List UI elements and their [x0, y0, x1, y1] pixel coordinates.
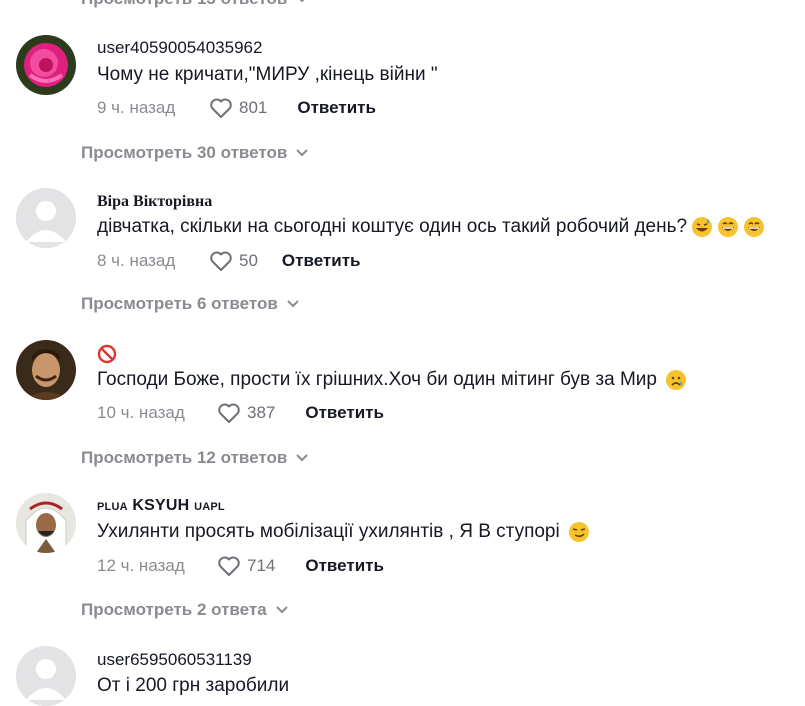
comment-meta: 10 ч. назад 387 Ответить: [97, 402, 384, 424]
default-avatar-icon: [16, 188, 76, 248]
reply-button[interactable]: Ответить: [297, 98, 376, 118]
username-main: KSYUH: [132, 497, 190, 514]
comment-text: Ухилянти просять мобілізації ухилянтів ,…: [97, 521, 560, 542]
view-replies-link[interactable]: Просмотреть 13 ответов: [81, 0, 309, 9]
comment-time: 9 ч. назад: [97, 98, 176, 117]
like-count: 387: [247, 403, 276, 422]
avatar-image: [16, 493, 76, 553]
chevron-down-icon: [296, 149, 309, 157]
avatar[interactable]: [16, 188, 76, 248]
comment-text: дівчатка, скільки на сьогодні коштує оди…: [97, 216, 688, 237]
smirk-emoji-icon: [568, 521, 590, 543]
prohibited-icon: [97, 344, 117, 364]
view-replies-label: Просмотреть 13 ответов: [81, 0, 287, 9]
comment-text-row: Ухилянти просять мобілізації ухилянтів ,…: [97, 521, 590, 543]
comment-text: От і 200 грн заробили: [97, 675, 290, 696]
sad-sweat-emoji-icon: [665, 369, 687, 391]
comment-time: 12 ч. назад: [97, 556, 185, 575]
like-count: 50: [239, 251, 258, 270]
comment-username[interactable]: user40590054035962: [97, 38, 262, 58]
comment-username[interactable]: [97, 344, 117, 369]
view-replies-label: Просмотреть 6 ответов: [81, 294, 278, 313]
chevron-down-icon: [296, 454, 309, 462]
username-suffix: UAPL: [194, 501, 225, 513]
grinning-emoji-icon: [743, 216, 765, 238]
comment-meta: 12 ч. назад 714 Ответить: [97, 555, 384, 577]
reply-button[interactable]: Ответить: [282, 251, 361, 271]
like-count: 714: [247, 556, 276, 575]
view-replies-link[interactable]: Просмотреть 12 ответов: [81, 448, 309, 468]
comment-text-row: дівчатка, скільки на сьогодні коштує оди…: [97, 216, 765, 238]
comment-time: 8 ч. назад: [97, 251, 176, 270]
avatar[interactable]: [16, 35, 76, 95]
comment-text-row: Господи Боже, прости їх грішних.Хоч би о…: [97, 369, 687, 391]
like-button[interactable]: 387: [217, 402, 275, 424]
avatar[interactable]: [16, 493, 76, 553]
heart-icon: [210, 98, 232, 118]
view-replies-label: Просмотреть 12 ответов: [81, 448, 288, 467]
grinning-emoji-icon: [717, 216, 739, 238]
comment-time: 10 ч. назад: [97, 403, 185, 422]
comment-text: Господи Боже, прости їх грішних.Хоч би о…: [97, 369, 657, 390]
comment-username[interactable]: user6595060531139: [97, 650, 252, 670]
heart-icon: [218, 556, 240, 576]
comment-text: Чому не кричати,"МИРУ ,кінець війни ": [97, 64, 438, 85]
avatar[interactable]: [16, 340, 76, 400]
comment-meta: 9 ч. назад 801 Ответить: [97, 97, 376, 119]
like-button[interactable]: 801: [209, 97, 267, 119]
view-replies-label: Просмотреть 2 ответа: [81, 600, 267, 619]
default-avatar-icon: [16, 646, 76, 706]
view-replies-link[interactable]: Просмотреть 30 ответов: [81, 143, 309, 163]
like-count: 801: [239, 98, 268, 117]
like-button[interactable]: 714: [217, 555, 275, 577]
view-replies-link[interactable]: Просмотреть 2 ответа: [81, 600, 289, 620]
like-button[interactable]: 50: [209, 250, 258, 272]
view-replies-label: Просмотреть 30 ответов: [81, 143, 288, 162]
comment-username[interactable]: PLUA KSYUH UAPL: [97, 497, 225, 515]
avatar-image: [16, 35, 76, 95]
avatar-image: [16, 340, 76, 400]
view-replies-link[interactable]: Просмотреть 6 ответов: [81, 294, 300, 314]
heart-icon: [210, 251, 232, 271]
grinning-sweat-emoji-icon: [691, 216, 713, 238]
reply-button[interactable]: Ответить: [305, 556, 384, 576]
chevron-down-icon: [299, 0, 305, 3]
chevron-down-icon: [275, 606, 288, 614]
avatar[interactable]: [16, 646, 76, 706]
reply-button[interactable]: Ответить: [305, 403, 384, 423]
username-prefix: PLUA: [97, 501, 128, 513]
chevron-down-icon: [287, 300, 299, 308]
heart-icon: [218, 403, 240, 423]
comment-username[interactable]: Віра Вікторівна: [97, 193, 212, 211]
comment-meta: 8 ч. назад 50 Ответить: [97, 250, 360, 272]
